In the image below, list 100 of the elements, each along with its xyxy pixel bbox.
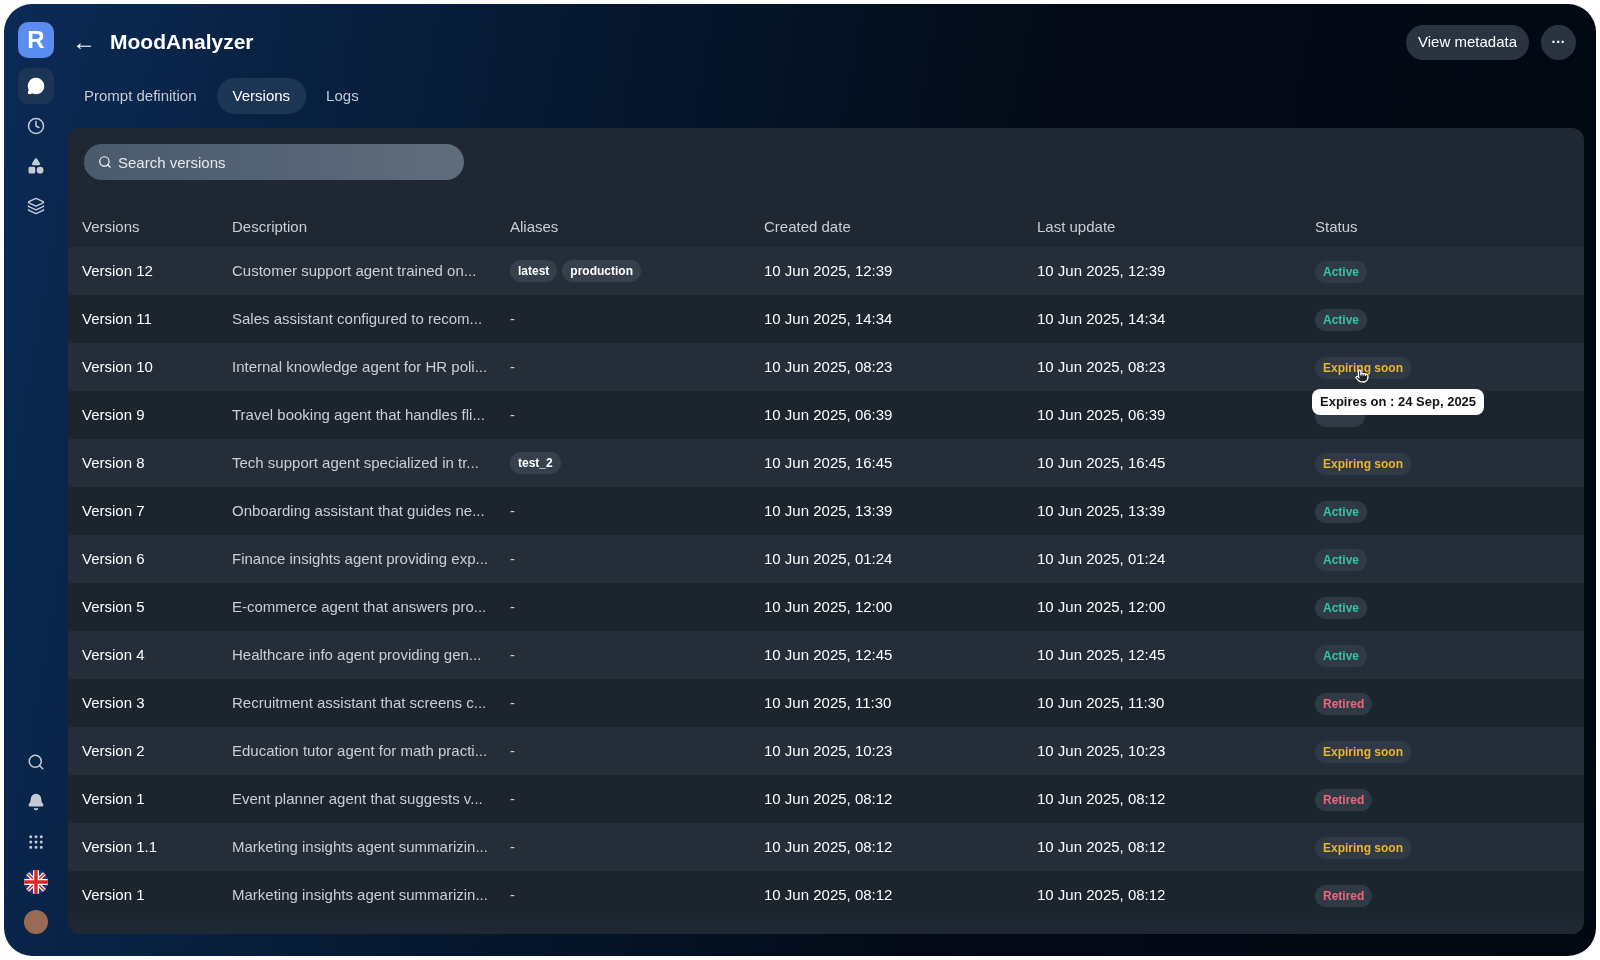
expiry-tooltip: Expires on : 24 Sep, 2025 — [1312, 389, 1485, 416]
aliases-cell-text: - — [510, 644, 515, 665]
description-cell-text: Marketing insights agent summarizin... — [232, 836, 489, 857]
last-update-cell-text: 10 Jun 2025, 01:24 — [1037, 548, 1167, 569]
version-cell-text: Version 1 — [82, 788, 146, 809]
column-header: Created date — [764, 216, 852, 237]
version-cell-text: Version 1.1 — [82, 836, 159, 857]
avatar[interactable] — [24, 910, 48, 934]
last-update-cell-text: 10 Jun 2025, 08:12 — [1037, 836, 1167, 857]
description-cell-text: Event planner agent that suggests v... — [232, 788, 484, 809]
version-cell-text: Version 7 — [82, 500, 146, 521]
status-badge: Retired — [1315, 692, 1373, 715]
description-cell-text: Tech support agent specialized in tr... — [232, 452, 480, 473]
status-badge: Active — [1315, 548, 1368, 571]
last-update-cell-text: 10 Jun 2025, 08:12 — [1037, 788, 1167, 809]
last-update-cell-text: 10 Jun 2025, 12:00 — [1037, 596, 1167, 617]
last-update-cell-text: 10 Jun 2025, 11:30 — [1037, 692, 1166, 713]
created-date-cell-text: 10 Jun 2025, 11:30 — [764, 692, 893, 713]
status-badge: Expiring soon — [1315, 836, 1411, 859]
last-update-cell-text: 10 Jun 2025, 10:23 — [1037, 740, 1167, 761]
back-button[interactable]: ← — [72, 30, 96, 54]
description-cell-text: Recruitment assistant that screens c... — [232, 692, 488, 713]
status-badge: Expiring soon — [1315, 452, 1411, 475]
column-header: Aliases — [510, 216, 560, 237]
last-update-cell-text: 10 Jun 2025, 12:39 — [1037, 260, 1167, 281]
view-metadata-button[interactable]: View metadata — [1406, 24, 1529, 60]
bell-icon — [27, 793, 45, 811]
status-badge: Retired — [1315, 788, 1373, 811]
description-cell-text: Finance insights agent providing exp... — [232, 548, 489, 569]
status-badge: Active — [1315, 500, 1368, 523]
description-cell-text: Healthcare info agent providing gen... — [232, 644, 483, 665]
description-cell-text: Sales assistant configured to recom... — [232, 308, 484, 329]
created-date-cell-text: 10 Jun 2025, 10:23 — [764, 740, 894, 761]
created-date-cell-text: 10 Jun 2025, 12:39 — [764, 260, 894, 281]
shapes-icon — [27, 157, 45, 175]
more-button[interactable]: ··· — [1541, 24, 1576, 60]
search-icon — [27, 753, 45, 771]
version-cell-text: Version 5 — [82, 596, 146, 617]
status-badge: Expiring soon — [1315, 740, 1411, 763]
status-badge: Active — [1315, 260, 1368, 283]
version-cell-text: Version 4 — [82, 644, 146, 665]
search-field[interactable]: Search versions — [84, 144, 464, 180]
aliases-cell-text: - — [510, 356, 515, 377]
created-date-cell-text: 10 Jun 2025, 01:24 — [764, 548, 894, 569]
aliases-cell-text: - — [510, 788, 515, 809]
last-update-cell-text: 10 Jun 2025, 08:12 — [1037, 884, 1167, 905]
aliases-cell-text: - — [510, 692, 515, 713]
created-date-cell-text: 10 Jun 2025, 08:12 — [764, 884, 894, 905]
description-cell-text: E-commerce agent that answers pro... — [232, 596, 488, 617]
description-cell-text: Customer support agent trained on... — [232, 260, 478, 281]
description-cell-text: Marketing insights agent summarizin... — [232, 884, 489, 905]
description-cell-text: Onboarding assistant that guides ne... — [232, 500, 486, 521]
aliases-cell-text: - — [510, 596, 515, 617]
column-header: Status — [1315, 216, 1359, 237]
created-date-cell-text: 10 Jun 2025, 14:34 — [764, 308, 894, 329]
alias-tag: production — [562, 260, 641, 282]
created-date-cell-text: 10 Jun 2025, 08:12 — [764, 788, 894, 809]
clock-icon — [27, 117, 45, 135]
created-date-cell-text: 10 Jun 2025, 08:23 — [764, 356, 894, 377]
status-badge: Expiring soon — [1315, 356, 1411, 379]
aliases-cell-text: - — [510, 548, 515, 569]
alias-tag: test_2 — [510, 452, 561, 474]
layers-icon — [27, 197, 45, 215]
created-date-cell-text: 10 Jun 2025, 13:39 — [764, 500, 894, 521]
version-cell-text: Version 9 — [82, 404, 146, 425]
tab[interactable]: Logs — [310, 78, 375, 114]
status-badge: Active — [1315, 596, 1368, 619]
created-date-cell-text: 10 Jun 2025, 08:12 — [764, 836, 894, 857]
last-update-cell-text: 10 Jun 2025, 13:39 — [1037, 500, 1167, 521]
last-update-cell-text: 10 Jun 2025, 06:39 — [1037, 404, 1167, 425]
tab[interactable]: Versions — [216, 78, 307, 114]
last-update-cell-text: 10 Jun 2025, 16:45 — [1037, 452, 1167, 473]
aliases-cell-text: - — [510, 308, 515, 329]
alias-tag: latest — [510, 260, 558, 282]
version-cell-text: Version 1 — [82, 884, 146, 905]
aliases-cell-text: - — [510, 884, 515, 905]
version-cell-text: Version 10 — [82, 356, 154, 377]
description-cell-text: Education tutor agent for math practi... — [232, 740, 489, 761]
description-cell-text: Travel booking agent that handles fli... — [232, 404, 486, 425]
status-badge: Active — [1315, 644, 1368, 667]
version-cell-text: Version 2 — [82, 740, 146, 761]
created-date-cell-text: 10 Jun 2025, 12:45 — [764, 644, 894, 665]
status-badge: Retired — [1315, 884, 1373, 907]
column-header: Versions — [82, 216, 141, 237]
page-title: MoodAnalyzer — [110, 29, 254, 56]
aliases-cell-text: - — [510, 404, 515, 425]
created-date-cell-text: 10 Jun 2025, 12:00 — [764, 596, 894, 617]
column-header: Last update — [1037, 216, 1117, 237]
apps-grid-icon — [27, 833, 45, 851]
chat-icon — [27, 77, 45, 95]
sidebar-item[interactable] — [18, 68, 54, 104]
aliases-cell-text: - — [510, 740, 515, 761]
last-update-cell-text: 10 Jun 2025, 12:45 — [1037, 644, 1167, 665]
version-cell-text: Version 12 — [82, 260, 154, 281]
flag-icon — [24, 870, 48, 894]
tab[interactable]: Prompt definition — [68, 78, 213, 114]
search-icon — [98, 155, 112, 169]
last-update-cell-text: 10 Jun 2025, 08:23 — [1037, 356, 1167, 377]
version-cell-text: Version 11 — [82, 308, 153, 329]
version-cell-text: Version 8 — [82, 452, 146, 473]
